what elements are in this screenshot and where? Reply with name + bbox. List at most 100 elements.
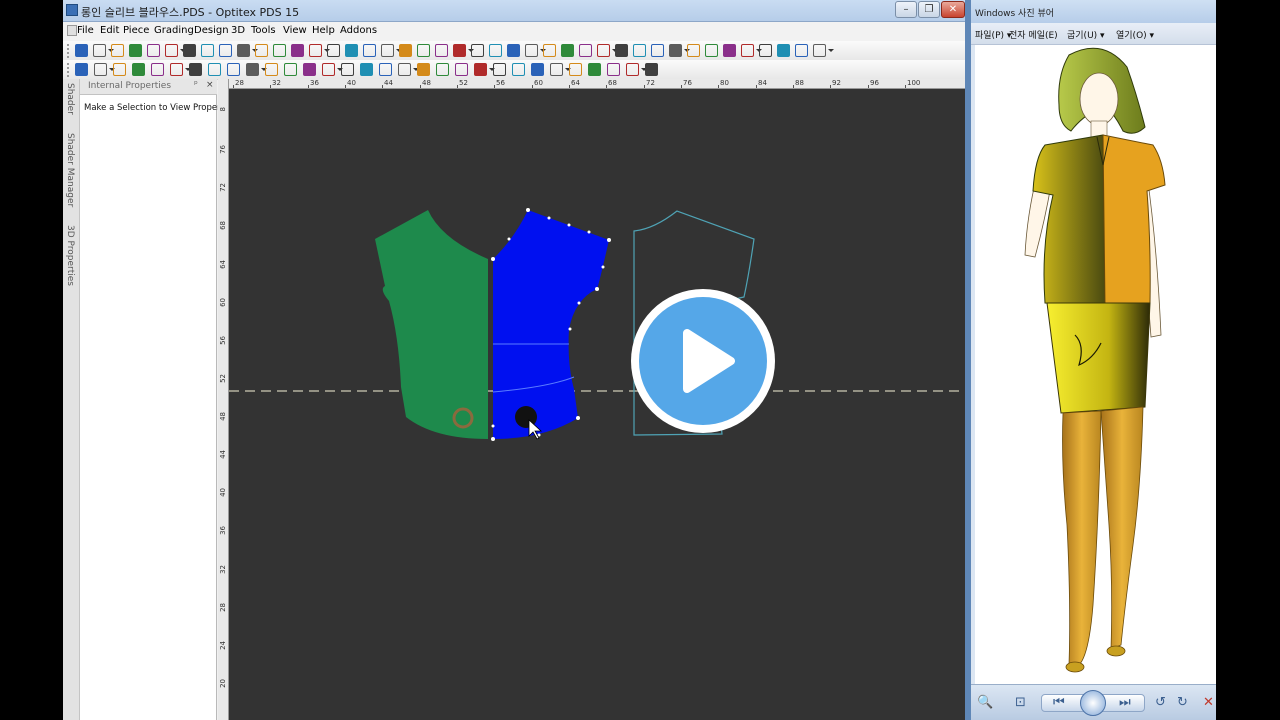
tool-icon[interactable] xyxy=(151,63,164,76)
tool-icon[interactable] xyxy=(626,63,639,76)
tool-icon[interactable] xyxy=(170,63,183,76)
menu-design[interactable]: Design xyxy=(194,25,229,36)
menu-help[interactable]: Help xyxy=(312,25,335,36)
tool-icon[interactable] xyxy=(436,63,449,76)
tool-icon[interactable] xyxy=(322,63,335,76)
tool-icon[interactable] xyxy=(381,44,394,57)
tool-icon[interactable] xyxy=(543,44,556,57)
next-icon[interactable]: ⏭ xyxy=(1119,695,1131,710)
zoom-icon[interactable]: 🔍 xyxy=(977,695,993,710)
viewer-menu-file[interactable]: 파일(P) ▾ xyxy=(975,28,1011,41)
slideshow-button[interactable] xyxy=(1080,690,1106,716)
rotate-left-icon[interactable]: ↺ xyxy=(1155,695,1166,710)
tool-icon[interactable] xyxy=(111,44,124,57)
tool-icon[interactable] xyxy=(705,44,718,57)
menu-3d[interactable]: 3D xyxy=(231,25,245,36)
tool-icon[interactable] xyxy=(183,44,196,57)
rotate-right-icon[interactable]: ↻ xyxy=(1177,695,1188,710)
tool-icon[interactable] xyxy=(219,44,232,57)
tool-icon[interactable] xyxy=(645,63,658,76)
menu-tools[interactable]: Tools xyxy=(251,25,276,36)
tool-icon[interactable] xyxy=(341,63,354,76)
tool-icon[interactable] xyxy=(651,44,664,57)
tool-icon[interactable] xyxy=(607,63,620,76)
tool-icon[interactable] xyxy=(474,63,487,76)
tool-icon[interactable] xyxy=(291,44,304,57)
tool-icon[interactable] xyxy=(398,63,411,76)
restore-button[interactable]: ❐ xyxy=(918,1,940,18)
tool-icon[interactable] xyxy=(417,63,430,76)
tool-icon[interactable] xyxy=(777,44,790,57)
tool-icon[interactable] xyxy=(579,44,592,57)
tool-icon[interactable] xyxy=(687,44,700,57)
actual-size-icon[interactable]: ⊡ xyxy=(1015,695,1026,710)
front-piece-green[interactable] xyxy=(375,210,488,439)
tool-icon[interactable] xyxy=(453,44,466,57)
tool-icon[interactable] xyxy=(94,63,107,76)
tool-icon[interactable] xyxy=(795,44,808,57)
tool-icon[interactable] xyxy=(284,63,297,76)
tool-icon[interactable] xyxy=(435,44,448,57)
tool-icon[interactable] xyxy=(208,63,221,76)
tool-icon[interactable] xyxy=(741,44,754,57)
menu-edit[interactable]: Edit xyxy=(100,25,119,36)
tool-icon[interactable] xyxy=(723,44,736,57)
back-piece-blue[interactable] xyxy=(493,210,609,439)
viewer-menu-email[interactable]: 전자 메일(E) xyxy=(1009,28,1058,41)
tool-icon[interactable] xyxy=(561,44,574,57)
tab-3d-properties[interactable]: 3D Properties xyxy=(65,225,75,286)
tool-icon[interactable] xyxy=(147,44,160,57)
viewer-menu-open[interactable]: 열기(O) ▾ xyxy=(1116,28,1154,41)
previous-icon[interactable]: ⏮ xyxy=(1053,695,1065,710)
tool-icon[interactable] xyxy=(615,44,628,57)
tool-icon[interactable] xyxy=(237,44,250,57)
tool-icon[interactable] xyxy=(759,44,772,57)
menu-piece[interactable]: Piece xyxy=(123,25,149,36)
tool-icon[interactable] xyxy=(309,44,322,57)
tool-icon[interactable] xyxy=(265,63,278,76)
tool-icon[interactable] xyxy=(327,44,340,57)
tool-dropdown-icon[interactable] xyxy=(828,49,834,52)
tool-icon[interactable] xyxy=(345,44,358,57)
document-icon[interactable] xyxy=(67,25,77,36)
toolbar-grip[interactable] xyxy=(67,63,70,77)
tool-icon[interactable] xyxy=(597,44,610,57)
tool-icon[interactable] xyxy=(569,63,582,76)
minimize-button[interactable]: – xyxy=(895,1,917,18)
tool-icon[interactable] xyxy=(489,44,502,57)
tool-icon[interactable] xyxy=(360,63,373,76)
panel-close-icon[interactable]: × xyxy=(206,80,214,90)
tool-icon[interactable] xyxy=(550,63,563,76)
tool-icon[interactable] xyxy=(493,63,506,76)
tool-icon[interactable] xyxy=(525,44,538,57)
tool-icon[interactable] xyxy=(132,63,145,76)
menu-view[interactable]: View xyxy=(283,25,307,36)
tool-icon[interactable] xyxy=(113,63,126,76)
tool-icon[interactable] xyxy=(75,44,88,57)
tool-icon[interactable] xyxy=(201,44,214,57)
tool-icon[interactable] xyxy=(507,44,520,57)
tool-icon[interactable] xyxy=(399,44,412,57)
tool-icon[interactable] xyxy=(471,44,484,57)
tool-icon[interactable] xyxy=(129,44,142,57)
tool-icon[interactable] xyxy=(189,63,202,76)
tool-icon[interactable] xyxy=(633,44,646,57)
play-button[interactable] xyxy=(630,288,776,434)
tool-icon[interactable] xyxy=(93,44,106,57)
tool-icon[interactable] xyxy=(227,63,240,76)
viewer-menu-burn[interactable]: 굽기(U) ▾ xyxy=(1067,28,1105,41)
toolbar-grip[interactable] xyxy=(67,44,70,58)
tool-icon[interactable] xyxy=(455,63,468,76)
menu-grading[interactable]: Grading xyxy=(154,25,194,36)
pin-icon[interactable]: ᵖ xyxy=(194,80,198,90)
close-button[interactable]: ✕ xyxy=(941,1,965,18)
tool-icon[interactable] xyxy=(379,63,392,76)
tool-icon[interactable] xyxy=(303,63,316,76)
menu-addons[interactable]: Addons xyxy=(340,25,377,36)
tab-shader-manager[interactable]: Shader Manager xyxy=(65,133,75,207)
tool-icon[interactable] xyxy=(255,44,268,57)
tool-icon[interactable] xyxy=(363,44,376,57)
tool-icon[interactable] xyxy=(246,63,259,76)
menu-file[interactable]: File xyxy=(77,25,94,36)
tool-icon[interactable] xyxy=(75,63,88,76)
